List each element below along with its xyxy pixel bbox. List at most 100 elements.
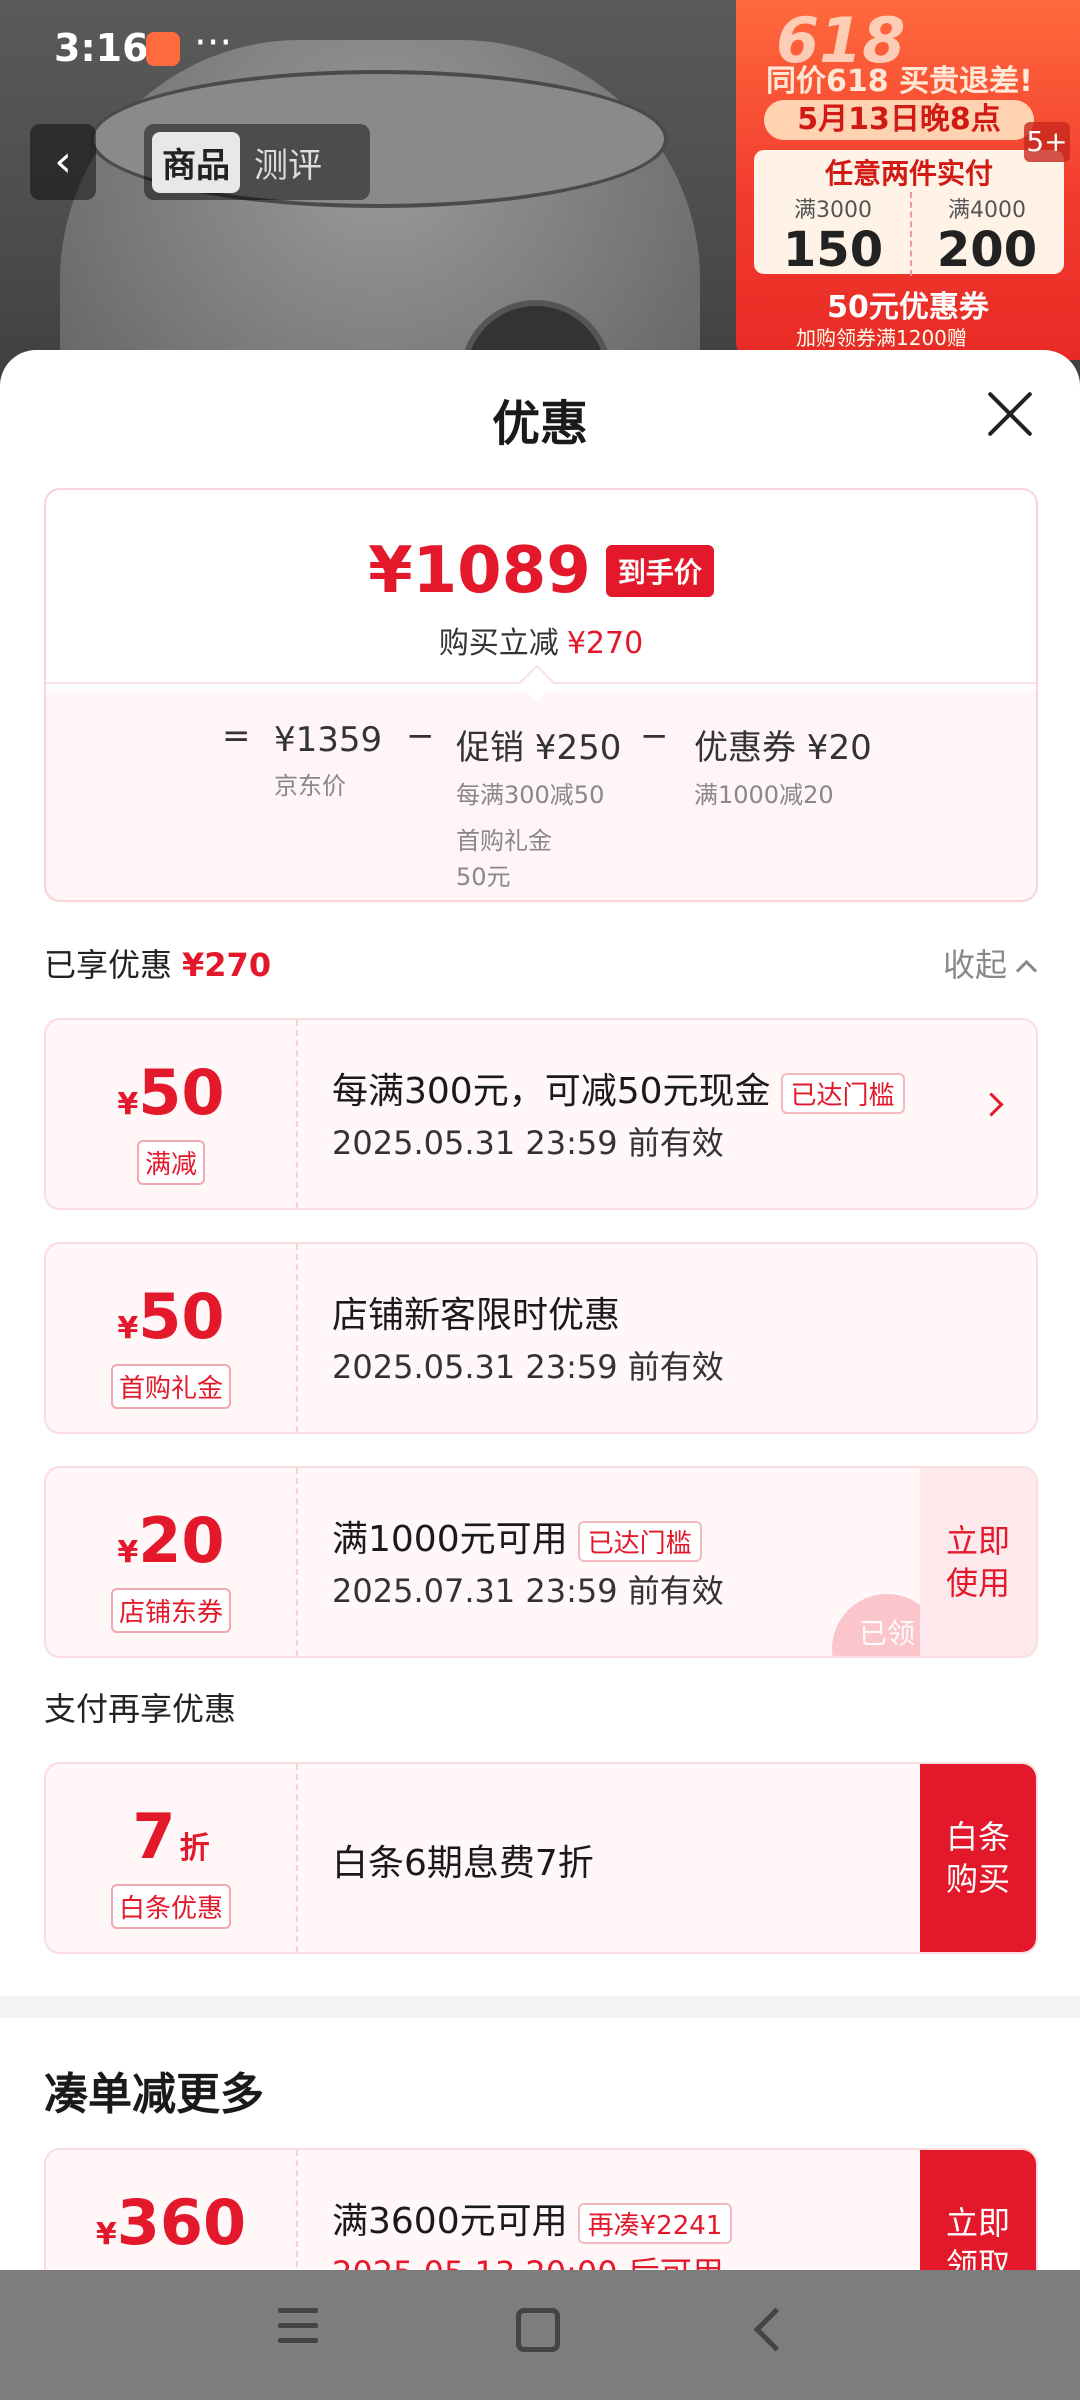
coupon-value: 7	[132, 1800, 176, 1873]
back-icon[interactable]	[753, 2307, 798, 2352]
coupon-amount: ¥50	[46, 1056, 296, 1129]
promo-card-right: 满4000 200	[910, 192, 1062, 276]
coupon-amount: ¥50	[46, 1280, 296, 1353]
jd-price-amount: ¥1359	[274, 720, 383, 760]
coupon-title: 白条6期息费7折	[332, 1843, 594, 1884]
coupon-unit: 折	[179, 1831, 210, 1866]
promotion-desc-2: 首购礼金	[456, 827, 552, 855]
image-count-badge: 5+	[1024, 122, 1070, 162]
collapse-label: 收起	[942, 946, 1007, 984]
collapse-button[interactable]: 收起	[942, 940, 1038, 986]
coupon-amount: 7折	[46, 1800, 296, 1873]
calc-coupon: 优惠券 ¥20 满1000减20	[694, 720, 872, 813]
instant-saving: 购买立减 ¥270	[46, 618, 1036, 662]
app-notification-icon	[146, 32, 180, 66]
jd-price-desc: 京东价	[274, 772, 346, 800]
coupon-kind-label: 满减	[136, 1140, 205, 1185]
product-tabs: 商品 测评	[144, 124, 370, 200]
final-price-tag: 到手价	[605, 545, 714, 597]
use-now-label: 立即使用	[945, 1522, 1010, 1602]
enjoyed-value: ¥270	[182, 946, 272, 984]
coupon-title-text: 满3600元可用	[332, 2201, 568, 2242]
status-time: 3:16	[54, 26, 149, 70]
promo-card-right-amount: 200	[936, 222, 1038, 278]
promotion-desc: 每满300减50	[456, 781, 605, 809]
promotion-desc-3: 50元	[456, 863, 511, 891]
coupon-title-text: 每满300元，可减50元现金	[332, 1071, 771, 1112]
promo-card-left: 满3000 150	[758, 192, 908, 276]
coupon-kind-label: 首购礼金	[110, 1364, 231, 1409]
coupon-card-more[interactable]: ¥360 满3600元可用再凑¥2241 2025.05.13 20:00 后可…	[44, 2148, 1038, 2270]
back-button[interactable]: ‹	[30, 124, 96, 200]
baitiao-buy-label: 白条购买	[945, 1818, 1010, 1898]
home-icon[interactable]	[516, 2308, 560, 2352]
discount-sheet: 优惠 ¥1089 到手价 购买立减 ¥270 = ¥1359 京东价 − 促销 ¥…	[0, 350, 1080, 2270]
coupon-kind-label: 白条优惠	[110, 1884, 231, 1929]
coupon-kind: 满减	[46, 1140, 296, 1185]
coupon-left: ¥360	[46, 2150, 298, 2270]
equals-sign: =	[222, 716, 251, 756]
coupon-value: 50	[138, 1056, 225, 1129]
promo-card-left-threshold: 满3000	[794, 198, 872, 223]
system-nav-bar	[0, 2270, 1080, 2400]
coupon-validity: 2025.05.31 23:59 前有效	[332, 1124, 724, 1162]
calc-promotion: 促销 ¥250 每满300减50 首购礼金 50元	[456, 720, 621, 895]
close-icon[interactable]	[984, 388, 1036, 440]
instant-saving-value: ¥270	[566, 626, 644, 661]
baitiao-buy-button[interactable]: 白条购买	[920, 1764, 1036, 1952]
chevron-up-icon	[1015, 959, 1038, 982]
promo-cards-header: 任意两件实付	[824, 157, 993, 190]
tab-review[interactable]: 测评	[240, 138, 336, 187]
use-now-button[interactable]: 立即使用	[920, 1468, 1036, 1656]
coupon-kind-label: 店铺东券	[110, 1588, 231, 1633]
coupon-amount: ¥20	[46, 1504, 296, 1577]
enjoyed-discount-row: 已享优惠 ¥270 收起	[44, 940, 1038, 990]
coupon-amount: ¥360	[46, 2186, 296, 2259]
payment-discount-label: 支付再享优惠	[44, 1690, 237, 1728]
coupon-value: 20	[138, 1504, 225, 1577]
coupon-currency: ¥	[95, 2217, 117, 2252]
sheet-title: 优惠	[491, 396, 588, 452]
chevron-right-icon[interactable]	[979, 1092, 1004, 1117]
minus-sign-2: −	[640, 716, 669, 756]
menu-icon[interactable]	[278, 2308, 318, 2344]
coupon-card-baitiao[interactable]: 7折 白条优惠 白条6期息费7折 白条购买	[44, 1762, 1038, 1954]
coupon-title: 店铺新客限时优惠	[332, 1295, 621, 1336]
promo-slogan: 同价618 买贵退差!	[766, 64, 1033, 99]
summary-caret	[518, 664, 556, 702]
coupon-validity: 2025.07.31 23:59 前有效	[332, 1572, 724, 1610]
coupon-kind: 白条优惠	[46, 1884, 296, 1929]
claim-now-label: 立即领取	[945, 2204, 1010, 2270]
promo-discount-cards: 任意两件实付 满3000 150 满4000 200	[754, 150, 1064, 276]
coupon-card-full-reduction[interactable]: ¥50 满减 每满300元，可减50元现金 已达门槛 2025.05.31 23:…	[44, 1018, 1038, 1210]
coupon-title: 满3600元可用 再凑¥2241	[332, 2192, 733, 2244]
threshold-reached-badge: 已达门槛	[780, 1072, 905, 1114]
needed-amount-badge: 再凑¥2241	[577, 2202, 733, 2244]
coupon-amount: 优惠券 ¥20	[694, 728, 872, 768]
promo-card-right-threshold: 满4000	[948, 198, 1026, 223]
promo-banner[interactable]: 618 同价618 买贵退差! 5月13日晚8点 任意两件实付 满3000 15…	[736, 0, 1080, 360]
coupon-left: ¥50 满减	[46, 1020, 298, 1208]
promo-date: 5月13日晚8点	[764, 100, 1034, 140]
final-price-amount: ¥1089	[368, 534, 591, 608]
coupon-card-store[interactable]: ¥20 店铺东券 满1000元可用 已达门槛 2025.07.31 23:59 前…	[44, 1466, 1038, 1658]
threshold-reached-badge: 已达门槛	[577, 1520, 702, 1562]
coupon-kind: 首购礼金	[46, 1364, 296, 1409]
coupon-validity: 2025.05.13 20:00 后可用	[332, 2248, 724, 2270]
coupon-card-first-purchase[interactable]: ¥50 首购礼金 店铺新客限时优惠 2025.05.31 23:59 前有效	[44, 1242, 1038, 1434]
coupon-value: 50	[138, 1280, 225, 1353]
coupon-title-text: 满1000元可用	[332, 1519, 568, 1560]
section-divider	[0, 1996, 1080, 2018]
back-arrow-icon: ‹	[54, 136, 72, 187]
coupon-left: ¥20 店铺东券	[46, 1468, 298, 1656]
coupon-desc: 满1000减20	[694, 781, 834, 809]
more-discount-title: 凑单减更多	[44, 2069, 264, 2120]
tab-product[interactable]: 商品	[152, 131, 240, 193]
final-price: ¥1089 到手价	[46, 534, 1036, 608]
coupon-left: 7折 白条优惠	[46, 1764, 298, 1952]
calc-jd-price: ¥1359 京东价	[274, 720, 382, 804]
minus-sign-1: −	[406, 716, 435, 756]
coupon-currency: ¥	[117, 1535, 139, 1570]
coupon-left: ¥50 首购礼金	[46, 1244, 298, 1432]
claim-now-button[interactable]: 立即领取	[920, 2150, 1036, 2270]
